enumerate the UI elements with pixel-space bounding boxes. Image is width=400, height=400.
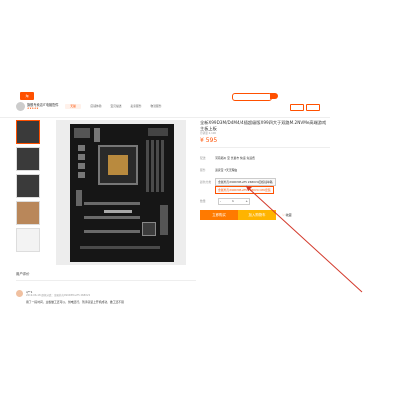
pcie-slot-1 [84, 202, 140, 205]
shop-badge-tmall[interactable]: 天猫 [65, 104, 81, 109]
vrm-2 [78, 154, 85, 160]
follow-shop-button[interactable] [306, 104, 320, 111]
thumbnail-1[interactable] [16, 120, 40, 144]
enter-shop-button[interactable] [290, 104, 304, 111]
heart-icon: ♡ [282, 213, 285, 217]
ram-slot-2 [151, 140, 154, 192]
m2-slot [104, 210, 132, 213]
search-input[interactable] [232, 93, 272, 101]
io-shield [74, 128, 90, 138]
scroll-area[interactable] [390, 0, 400, 400]
search-button[interactable] [270, 93, 278, 99]
pcie-slot-3 [84, 230, 140, 233]
option-1[interactable]: 金属外壳X99D3M+E5 2680V4四核插单路 [215, 178, 276, 186]
qty-label: 数量 [200, 199, 206, 203]
review-divider [16, 280, 196, 281]
divider [200, 147, 330, 148]
thumbnail-2[interactable] [16, 147, 40, 171]
service-label: 服务 [200, 168, 206, 172]
sata-ports [160, 205, 168, 235]
add-to-cart-button[interactable]: 加入购物车 [238, 210, 276, 220]
shop-rating: ★★★★★ [27, 107, 39, 110]
product-sales: 月销量 2,100 [200, 132, 217, 135]
thumbnail-list [16, 120, 40, 255]
thumbnail-3[interactable] [16, 174, 40, 198]
review-text: 用了一段时间，主板做工还可以，供电还行，到手就装上开机成功，做工还不错 [26, 300, 124, 304]
thumbnail-4[interactable] [16, 201, 40, 225]
review-meta: 2019-06-18 颜色分类：金属外壳X99D3M+E5 2680V4 [26, 294, 91, 297]
shipping-label: 配送 [200, 156, 206, 160]
shipping-value: 河南郑州 至 长葛市 快递 免运费 [215, 156, 255, 160]
taobao-logo[interactable]: 淘 [20, 92, 34, 100]
qty-minus[interactable]: - [220, 199, 221, 204]
buy-now-button[interactable]: 立即购买 [200, 210, 238, 220]
ram-slot-1 [146, 140, 149, 192]
thumbnail-5[interactable] [16, 228, 40, 252]
pcie-slot-2 [84, 216, 140, 219]
vrm-4 [78, 172, 85, 178]
quantity-stepper[interactable]: - 1 + [218, 198, 250, 205]
connector-top [148, 128, 168, 136]
qty-value[interactable]: 1 [232, 199, 234, 204]
service-value: 退货宝 7天无理由 [215, 168, 238, 172]
shop-badge-experience: 店铺体验 [90, 104, 102, 108]
cpu-chip [108, 155, 128, 175]
qty-plus[interactable]: + [245, 199, 248, 204]
shop-avatar[interactable] [16, 102, 25, 111]
heatsink-left [94, 128, 100, 142]
shop-badge-logistics: 物流服务 [150, 104, 162, 108]
chipset-heatsink [142, 222, 156, 236]
shop-badge-service: 卖家服务 [130, 104, 142, 108]
reviews-heading[interactable]: 用户评价 [16, 272, 30, 276]
product-title: 全新X99D3M/D4M4/4插超级版X99四大于双路M.2NVMe高端游戏主板… [200, 120, 327, 131]
color-label: 颜色分类 [200, 180, 212, 184]
reviewer-avatar [16, 290, 23, 297]
audio-ports [76, 190, 82, 206]
ram-slot-3 [156, 140, 159, 192]
shop-badge-desc: 宝贝描述 [110, 104, 122, 108]
bottom-headers [80, 246, 160, 249]
vrm-1 [78, 145, 85, 151]
ram-slot-4 [161, 140, 164, 192]
product-price: ¥ 595 [200, 137, 218, 144]
top-whitespace [0, 0, 400, 92]
favorite-button[interactable]: ♡ 收藏 [282, 213, 292, 217]
vrm-3 [78, 163, 85, 169]
option-2-selected[interactable]: 金属外壳X99D3M+E5 2680V4 CPU套装 [215, 186, 274, 194]
